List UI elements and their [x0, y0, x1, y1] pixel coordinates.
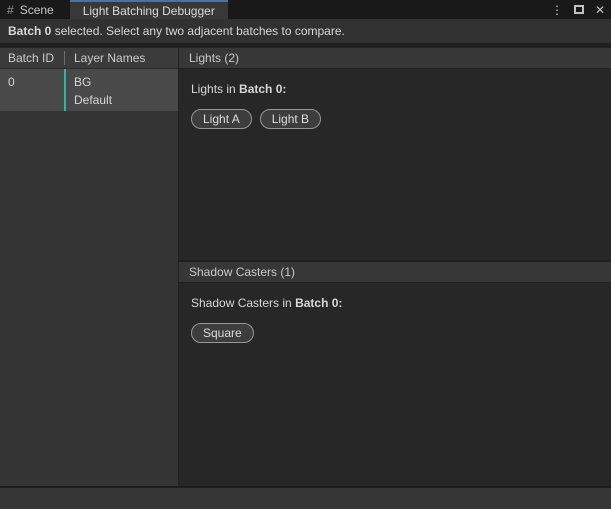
light-pill-a[interactable]: Light A — [191, 109, 252, 129]
info-bar: Batch 0 selected. Select any two adjacen… — [0, 19, 611, 44]
shadow-casters-section-header: Shadow Casters (1) — [179, 260, 611, 283]
layer-names-column-header: Layer Names — [65, 51, 145, 65]
shadow-casters-in-batch-label: Shadow Casters in Batch 0: — [191, 296, 599, 310]
tab-scene-label: Scene — [20, 3, 54, 17]
tab-bar: # Scene Light Batching Debugger ⋮ ✕ — [0, 0, 611, 19]
info-bar-text: Batch 0 selected. Select any two adjacen… — [8, 24, 345, 38]
kebab-menu-icon[interactable]: ⋮ — [551, 3, 563, 17]
layer-name: BG — [74, 73, 178, 91]
shadow-caster-pill-square[interactable]: Square — [191, 323, 254, 343]
tab-light-batching-debugger-label: Light Batching Debugger — [83, 4, 215, 18]
light-batching-debugger-window: # Scene Light Batching Debugger ⋮ ✕ Batc… — [0, 0, 611, 509]
lights-section-header: Lights (2) — [179, 48, 611, 69]
lights-section: Lights (2) Lights in Batch 0: Light A Li… — [179, 48, 611, 260]
close-icon[interactable]: ✕ — [595, 3, 605, 17]
shadow-casters-section: Shadow Casters (1) Shadow Casters in Bat… — [179, 260, 611, 486]
lights-in-batch-label: Lights in Batch 0: — [191, 82, 599, 96]
lights-pill-row: Light A Light B — [191, 109, 599, 129]
batch-table-header: Batch ID Layer Names — [0, 48, 178, 69]
layer-names-cell: BG Default — [64, 69, 178, 111]
lights-label-batch: Batch 0: — [239, 82, 286, 96]
info-bar-message: selected. Select any two adjacent batche… — [51, 24, 345, 38]
lights-section-body: Lights in Batch 0: Light A Light B — [179, 69, 611, 260]
shadow-label-prefix: Shadow Casters in — [191, 296, 295, 310]
light-pill-b[interactable]: Light B — [260, 109, 321, 129]
batch-id-column-header: Batch ID — [0, 51, 64, 65]
tab-scene[interactable]: # Scene — [0, 0, 64, 19]
window-controls: ⋮ ✕ — [551, 0, 605, 19]
footer-bar — [0, 486, 611, 509]
lights-label-prefix: Lights in — [191, 82, 239, 96]
scene-grid-icon: # — [7, 3, 14, 17]
maximize-icon[interactable] — [574, 5, 584, 14]
layer-name: Default — [74, 91, 178, 109]
details-panel: Lights (2) Lights in Batch 0: Light A Li… — [179, 48, 611, 486]
batch-list-panel: Batch ID Layer Names 0 BG Default — [0, 48, 179, 486]
batch-row-0[interactable]: 0 BG Default — [0, 69, 178, 111]
main-area: Batch ID Layer Names 0 BG Default Lights… — [0, 44, 611, 486]
shadow-pill-row: Square — [191, 323, 599, 343]
batch-id-cell: 0 — [0, 69, 64, 111]
shadow-casters-section-body: Shadow Casters in Batch 0: Square — [179, 283, 611, 486]
shadow-label-batch: Batch 0: — [295, 296, 342, 310]
selected-batch-label: Batch 0 — [8, 24, 51, 38]
tab-light-batching-debugger[interactable]: Light Batching Debugger — [70, 0, 228, 19]
